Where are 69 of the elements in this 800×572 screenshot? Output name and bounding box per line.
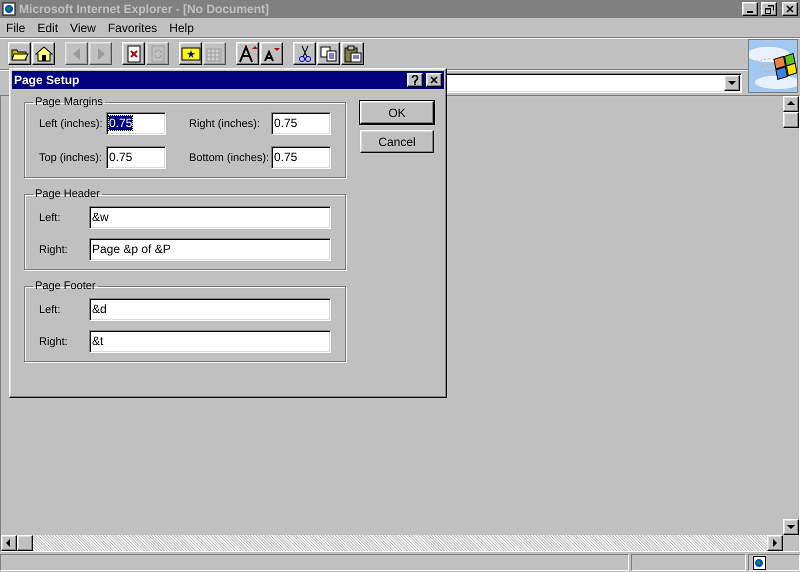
- scroll-down-button[interactable]: [783, 519, 799, 535]
- menu-item[interactable]: View: [64, 20, 102, 34]
- grid-icon: [206, 46, 224, 62]
- input-field[interactable]: 0.75: [106, 146, 166, 169]
- restore-button[interactable]: [761, 2, 777, 16]
- group-title: Page Header: [34, 188, 101, 200]
- input-field[interactable]: &t: [89, 330, 331, 353]
- toolbar-button[interactable]: [236, 42, 259, 65]
- menu-item[interactable]: Help: [163, 20, 200, 34]
- clipboard-icon: [344, 44, 362, 62]
- field-label: Left:: [39, 304, 62, 316]
- right-arrow-icon: [96, 48, 106, 60]
- input-field[interactable]: 0.75: [271, 146, 331, 169]
- scroll-right-button[interactable]: [767, 535, 783, 551]
- scroll-up-button[interactable]: [783, 96, 799, 112]
- scroll-thumb[interactable]: [783, 112, 799, 128]
- toolbar-button[interactable]: [260, 42, 283, 65]
- toolbar-button[interactable]: [341, 42, 364, 65]
- close-icon: [430, 76, 438, 84]
- down-triangle-icon: [786, 522, 796, 532]
- globe-page-icon: [2, 2, 16, 16]
- close-button[interactable]: [426, 73, 442, 87]
- restore-icon: [764, 4, 774, 14]
- dialog-title: Page Setup: [14, 73, 80, 87]
- down-triangle-icon: [727, 78, 737, 88]
- left-arrow-icon: [72, 48, 82, 60]
- menu-item[interactable]: File: [0, 20, 32, 34]
- field-label: Top (inches):: [39, 152, 103, 164]
- toolbar-button[interactable]: [8, 42, 31, 65]
- stop-page-icon: [126, 44, 140, 62]
- help-button[interactable]: [407, 73, 423, 87]
- input-field[interactable]: Page &p of &P: [89, 238, 331, 261]
- scissors-icon: [298, 44, 312, 62]
- input-field[interactable]: &d: [89, 298, 331, 321]
- input-field[interactable]: 0.75: [271, 112, 331, 135]
- toolbar-button[interactable]: [179, 42, 202, 65]
- dialog-button[interactable]: OK: [360, 101, 434, 124]
- close-icon: [786, 5, 794, 13]
- field-label: Bottom (inches):: [189, 152, 270, 164]
- input-field[interactable]: &w: [89, 206, 331, 229]
- toolbar-button[interactable]: [293, 42, 316, 65]
- question-mark-icon: [411, 75, 419, 85]
- close-button[interactable]: [782, 2, 798, 16]
- field-label: Right:: [39, 336, 69, 348]
- field-label: Left (inches):: [39, 118, 104, 130]
- dialog-button[interactable]: Cancel: [360, 130, 434, 153]
- toolbar-button[interactable]: [32, 42, 55, 65]
- field-label: Left:: [39, 212, 62, 224]
- house-icon: [34, 46, 52, 62]
- small-font-icon: [262, 46, 280, 62]
- group-title: Page Footer: [34, 280, 97, 292]
- menu-item[interactable]: Edit: [31, 20, 64, 34]
- globe-page-icon: [753, 556, 766, 570]
- scroll-left-button[interactable]: [1, 535, 17, 551]
- group-title: Page Margins: [34, 96, 104, 108]
- right-triangle-icon: [770, 538, 780, 548]
- field-label: Right (inches):: [189, 118, 261, 130]
- toolbar-button[interactable]: [122, 42, 145, 65]
- window-title: Microsoft Internet Explorer - [No Document]: [19, 2, 270, 16]
- large-font-icon: [238, 44, 258, 62]
- menu-item[interactable]: Favorites: [102, 20, 164, 34]
- input-field[interactable]: 0.75: [106, 112, 166, 135]
- copy-icon: [320, 46, 338, 62]
- minimize-button[interactable]: [742, 2, 758, 16]
- refresh-page-icon: [150, 44, 164, 62]
- scroll-thumb[interactable]: [17, 535, 33, 551]
- field-label: Right:: [39, 244, 69, 256]
- dropdown-button[interactable]: [724, 75, 740, 91]
- toolbar-button[interactable]: [317, 42, 340, 65]
